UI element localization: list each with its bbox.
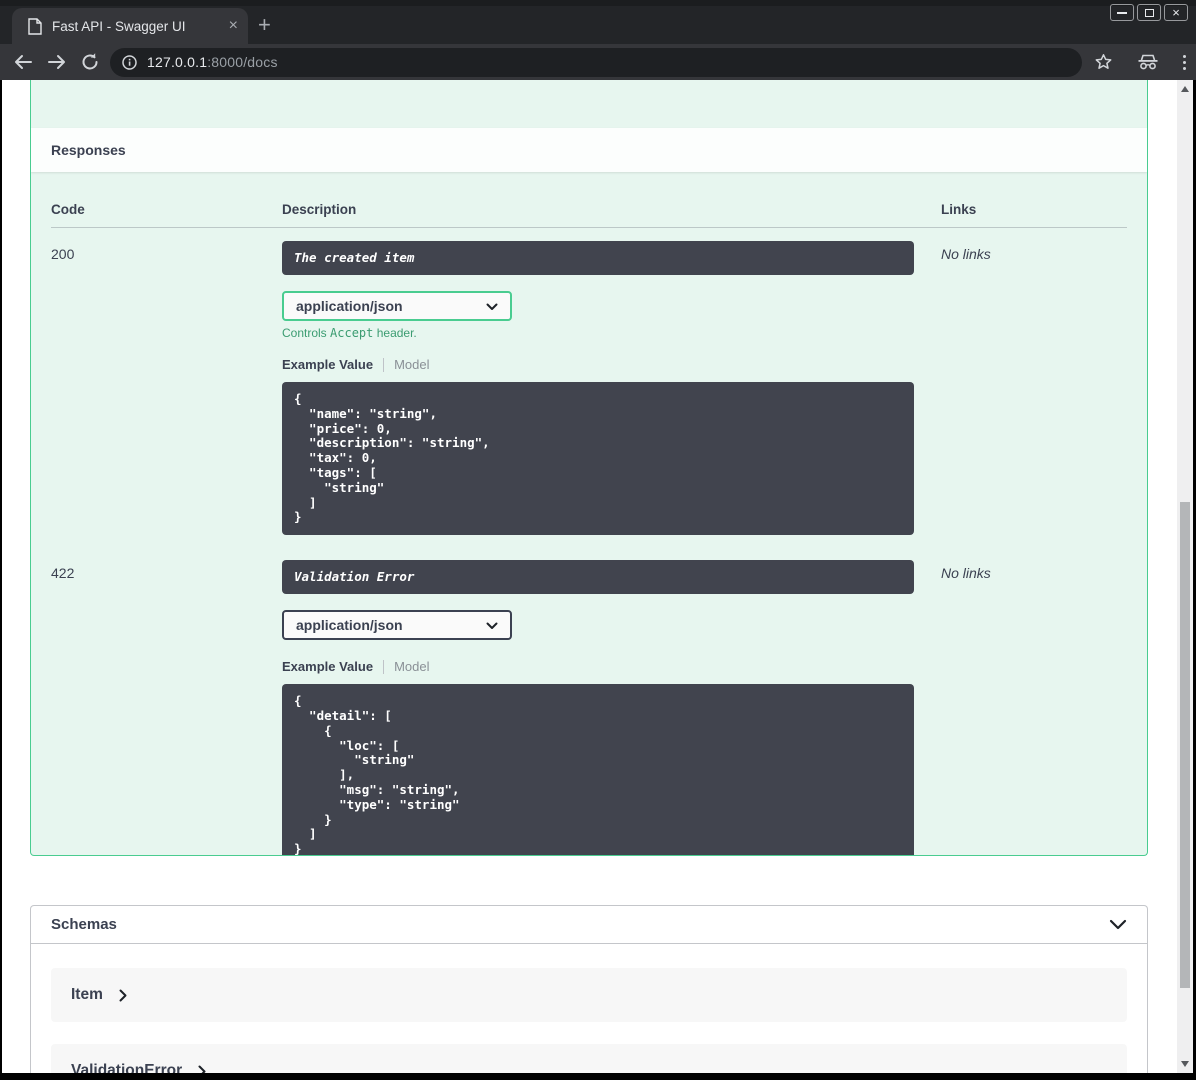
column-code: Code	[51, 202, 85, 217]
schema-item-label: ValidationError	[71, 1062, 183, 1073]
tab-example-value[interactable]: Example Value	[282, 357, 373, 372]
post-operation-block: Responses Code Description Links 200 The…	[30, 80, 1148, 856]
response-row-200: 200 The created item application/json Co…	[51, 228, 1127, 547]
new-tab-button[interactable]: +	[258, 12, 271, 38]
browser-tab[interactable]: Fast API - Swagger UI ×	[12, 8, 248, 44]
response-code: 200	[51, 246, 75, 262]
reload-button[interactable]	[80, 52, 100, 72]
maximize-icon	[1144, 8, 1154, 17]
site-info-icon[interactable]	[122, 54, 137, 70]
chevron-right-icon	[198, 1065, 206, 1073]
media-type-select[interactable]: application/json	[282, 610, 512, 641]
url-host: 127.0.0.1	[147, 54, 208, 70]
tab-title: Fast API - Swagger UI	[52, 18, 186, 34]
swagger-page: Responses Code Description Links 200 The…	[2, 80, 1193, 1073]
media-type-select[interactable]: application/json	[282, 291, 512, 321]
incognito-icon	[1138, 54, 1158, 70]
browser-titlebar: Fast API - Swagger UI × + ×	[0, 0, 1196, 44]
response-description: The created item	[282, 241, 914, 275]
response-code: 422	[51, 565, 75, 582]
close-icon: ×	[1172, 4, 1180, 20]
response-links: No links	[941, 565, 991, 582]
scroll-down-arrow-icon[interactable]	[1181, 1061, 1189, 1067]
url-text: 127.0.0.1:8000/docs	[147, 54, 278, 70]
chevron-down-icon	[486, 303, 498, 310]
close-button[interactable]: ×	[1164, 4, 1188, 21]
browser-menu-button[interactable]	[1183, 54, 1186, 70]
tab-model[interactable]: Model	[394, 659, 429, 674]
back-button[interactable]	[12, 52, 34, 72]
schemas-header[interactable]: Schemas	[31, 906, 1147, 944]
tab-model[interactable]: Model	[394, 357, 429, 372]
responses-table-header: Code Description Links	[51, 187, 1127, 228]
minimize-button[interactable]	[1110, 4, 1134, 21]
responses-section-header: Responses	[31, 128, 1147, 172]
url-path: :8000/docs	[207, 54, 278, 70]
schema-item[interactable]: ValidationError	[51, 1044, 1127, 1073]
chevron-down-icon	[486, 622, 498, 630]
accept-header-note: Controls Accept header.	[282, 326, 417, 340]
maximize-button[interactable]	[1137, 4, 1161, 21]
response-description: Validation Error	[282, 560, 914, 595]
schema-item[interactable]: Item	[51, 968, 1127, 1022]
chevron-down-icon[interactable]	[1109, 919, 1127, 930]
schema-item-label: Item	[71, 986, 103, 1003]
scrollbar-thumb[interactable]	[1180, 502, 1190, 988]
example-json-422: { "detail": [ { "loc": [ "string" ], "ms…	[294, 693, 460, 856]
schemas-section: Schemas Item ValidationError	[30, 905, 1148, 1073]
tab-example-value[interactable]: Example Value	[282, 659, 373, 674]
response-row-422: 422 Validation Error application/json Ex…	[51, 547, 1127, 856]
url-bar[interactable]: 127.0.0.1:8000/docs	[110, 47, 1082, 77]
response-links: No links	[941, 246, 991, 262]
scroll-up-arrow-icon[interactable]	[1181, 86, 1189, 92]
page-scrollbar[interactable]	[1177, 80, 1193, 1073]
tab-close-icon[interactable]: ×	[229, 18, 238, 34]
bookmark-star-icon[interactable]	[1094, 53, 1113, 71]
column-description: Description	[282, 202, 357, 217]
page-favicon-icon	[28, 17, 42, 35]
minimize-icon	[1117, 11, 1127, 14]
example-json-block: { "detail": [ { "loc": [ "string" ], "ms…	[282, 684, 914, 856]
browser-toolbar: 127.0.0.1:8000/docs	[0, 44, 1196, 80]
responses-title: Responses	[51, 142, 126, 158]
forward-button[interactable]	[46, 52, 68, 72]
example-json-block: { "name": "string", "price": 0, "descrip…	[282, 382, 914, 536]
chevron-right-icon	[119, 989, 127, 1001]
schemas-title: Schemas	[51, 916, 117, 933]
column-links: Links	[941, 202, 977, 217]
example-json-200: { "name": "string", "price": 0, "descrip…	[294, 391, 490, 525]
